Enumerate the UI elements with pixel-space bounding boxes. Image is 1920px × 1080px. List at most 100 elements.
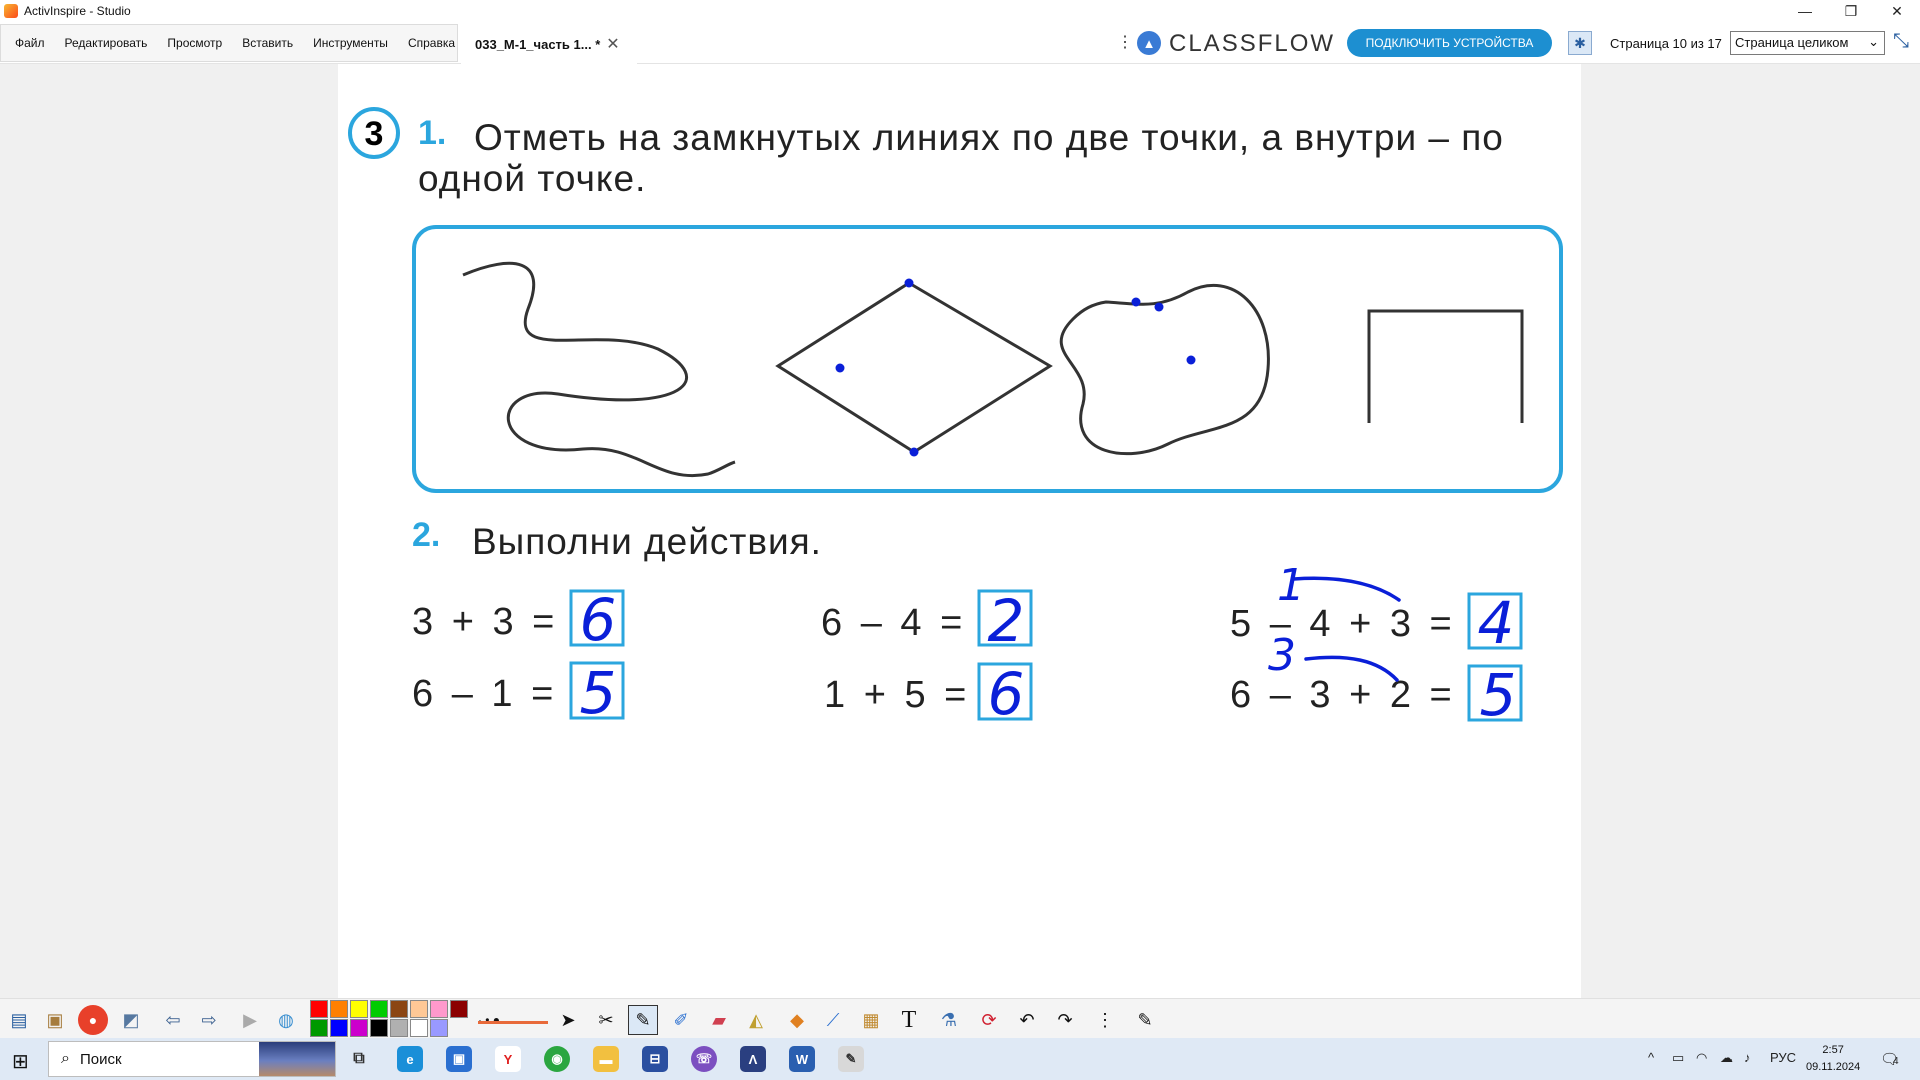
color-swatch[interactable] [350,1019,368,1037]
menu-file[interactable]: Файл [5,36,55,50]
file-explorer-icon[interactable]: ▬ [593,1046,619,1072]
menu-insert[interactable]: Вставить [232,36,303,50]
windows-start-icon[interactable]: ⊞ [12,1049,29,1074]
menu-edit[interactable]: Редактировать [55,36,158,50]
language-indicator[interactable]: РУС [1770,1050,1796,1065]
undo-icon[interactable]: ↶ [1012,1005,1042,1035]
fill-icon[interactable]: ◭ [741,1005,771,1035]
tools-icon[interactable]: ✂ [591,1005,621,1035]
search-icon: ⌕ [61,1050,70,1067]
task-view-icon[interactable]: ⧉ [346,1046,372,1072]
folder-tool-icon[interactable]: ▦ [856,1005,886,1035]
menu-bar: Файл Редактировать Просмотр Вставить Инс… [0,24,458,62]
fullscreen-icon[interactable]: ⤡ [1893,30,1909,53]
handwritten-answer: 6 [988,660,1025,728]
text-icon[interactable]: T [894,1005,924,1035]
more-tools-icon[interactable]: ⋮ [1090,1005,1120,1035]
record-icon[interactable]: ● [78,1005,108,1035]
menu-view[interactable]: Просмотр [157,36,232,50]
chrome-icon[interactable]: ◉ [544,1046,570,1072]
task1-line1: Отметь на замкнутых линиях по две точки,… [474,117,1504,158]
search-placeholder: Поиск [79,1050,122,1068]
device-icon[interactable]: ▭ [1672,1050,1684,1066]
color-swatch[interactable] [330,1019,348,1037]
expression: 6 – 3 + 2 = [1230,674,1456,716]
zoom-select[interactable]: Страница целиком ⌄ [1730,31,1885,55]
color-swatch[interactable] [310,1019,328,1037]
play-icon[interactable]: ▶ [235,1005,265,1035]
volume-icon[interactable]: ♪ [1744,1050,1751,1065]
color-swatch[interactable] [430,1000,448,1018]
color-swatch[interactable] [350,1000,368,1018]
desktop-annotate-icon[interactable]: ◩ [116,1005,146,1035]
color-swatch[interactable] [370,1000,388,1018]
previous-page-icon[interactable]: ⇦ [158,1005,188,1035]
expression: 5 – 4 + 3 = [1230,603,1456,645]
connect-devices-button[interactable]: ПОДКЛЮЧИТЬ УСТРОЙСТВА [1347,29,1552,57]
main-menu-icon[interactable]: ▤ [4,1005,34,1035]
color-swatch[interactable] [430,1019,448,1037]
viber-icon[interactable]: ☏ [691,1046,717,1072]
pen-width-slider[interactable] [478,1021,548,1024]
show-hidden-icons-icon[interactable]: ^ [1648,1050,1654,1065]
activinspire-running-icon[interactable]: ✎ [838,1046,864,1072]
classflow-rocket-icon[interactable]: ▲ [1137,31,1161,55]
page-browser-icon[interactable]: ✱ [1568,31,1592,55]
expression: 1 + 5 = [824,674,970,716]
taskbar-clock[interactable]: 2:57 09.11.2024 [1806,1042,1860,1076]
lesson-number: 3 [365,115,384,153]
close-button[interactable]: ✕ [1874,0,1920,22]
app-icon [4,4,18,18]
app-icon-blue[interactable]: ⊟ [642,1046,668,1072]
color-swatch[interactable] [310,1000,328,1018]
tab-close-icon[interactable]: ✕ [606,34,619,54]
onedrive-icon[interactable]: ☁ [1720,1050,1733,1066]
restore-button[interactable]: ❐ [1828,0,1874,22]
menu-help[interactable]: Справка [398,36,465,50]
activinspire-launcher-icon[interactable]: Λ [740,1046,766,1072]
task2-text: Выполни действия. [472,521,822,562]
select-icon[interactable]: ➤ [553,1005,583,1035]
clear-icon[interactable]: ⚗ [934,1005,964,1035]
color-swatch[interactable] [390,1019,408,1037]
color-swatch[interactable] [330,1000,348,1018]
pen-width-selector[interactable]: · • ● [474,1005,504,1035]
word-icon[interactable]: W [789,1046,815,1072]
color-swatch[interactable] [370,1019,388,1037]
expression: 6 – 4 = [821,602,966,644]
redo-icon[interactable]: ↷ [1050,1005,1080,1035]
reset-page-icon[interactable]: ⟳ [974,1005,1004,1035]
title-bar: ActivInspire - Studio — ❐ ✕ [0,0,1920,22]
color-swatch[interactable] [450,1000,468,1018]
expression: 6 – 1 = [412,673,557,715]
connector-icon[interactable]: ⟋ [818,1005,848,1035]
color-swatch[interactable] [410,1000,428,1018]
minimize-button[interactable]: — [1782,0,1828,22]
browsers-icon[interactable]: ▣ [40,1005,70,1035]
handwritten-answer: 5 [580,659,617,727]
handwritten-note: 3 [1268,630,1296,681]
edge-icon[interactable]: e [397,1046,423,1072]
yandex-icon[interactable]: Y [495,1046,521,1072]
handwritten-answer: 6 [580,586,617,654]
wifi-icon[interactable]: ◠ [1696,1050,1707,1066]
color-swatch[interactable] [390,1000,408,1018]
store-icon[interactable]: ▣ [446,1046,472,1072]
highlighter-icon[interactable]: ✐ [666,1005,696,1035]
flipchart-canvas[interactable]: 3 1. Отметь на замкнутых линиях по две т… [338,64,1581,999]
eraser-icon[interactable]: ▰ [704,1005,734,1035]
handwritten-answer: 2 [988,587,1025,655]
handwritten-answer: 5 [1480,661,1517,729]
toolbox-settings-icon[interactable]: ✎ [1130,1005,1160,1035]
menu-tools[interactable]: Инструменты [303,36,398,50]
chevron-down-icon: ⌄ [1868,34,1879,49]
taskbar-search[interactable]: ⌕ Поиск [48,1041,336,1077]
more-options-icon[interactable]: ⋮ [1117,32,1133,52]
clock-time: 2:57 [1822,1044,1844,1056]
document-tab[interactable]: 033_М-1_часть 1... * ✕ [461,24,637,64]
color-swatch[interactable] [410,1019,428,1037]
next-page-icon[interactable]: ⇨ [194,1005,224,1035]
globe-icon[interactable]: ◍ [271,1005,301,1035]
shape-icon[interactable]: ◆ [782,1005,812,1035]
pen-icon[interactable]: ✎ [628,1005,658,1035]
